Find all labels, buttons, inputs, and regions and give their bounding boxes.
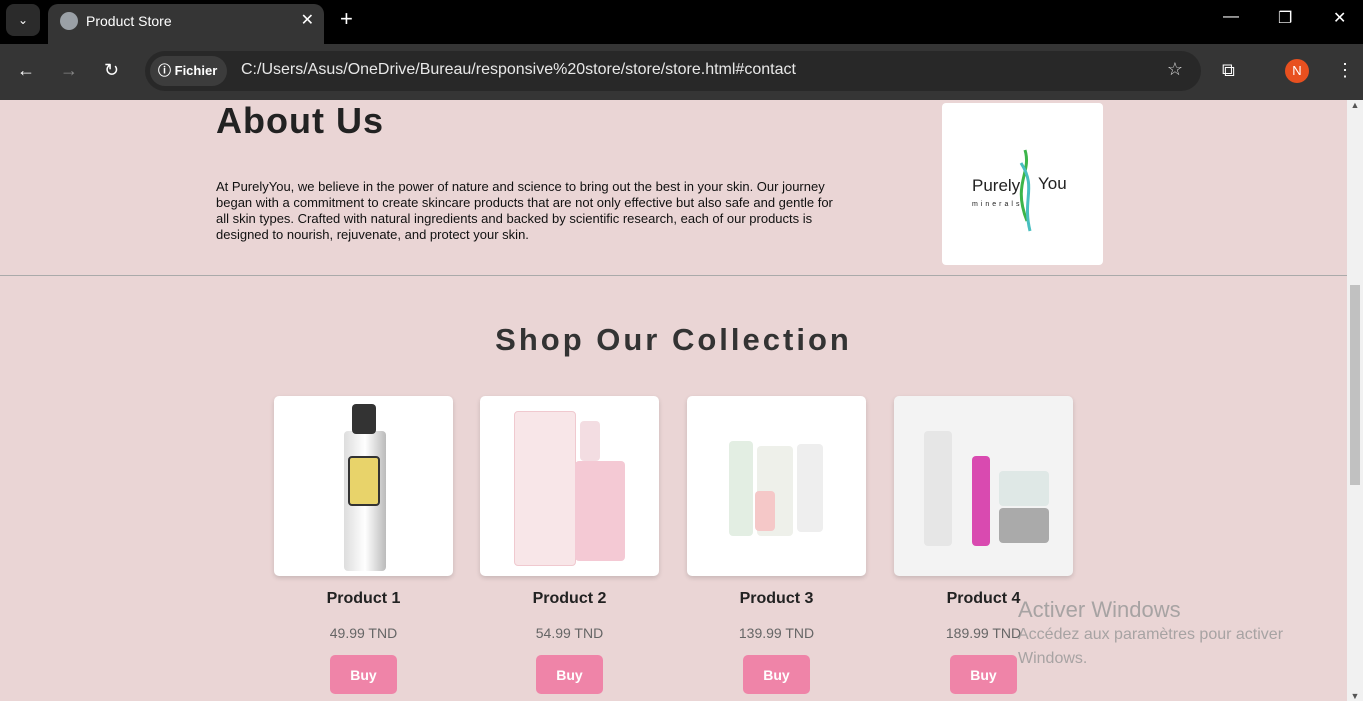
watermark-subtitle: Accédez aux paramètres pour activer Wind… (1018, 626, 1284, 667)
url-text[interactable]: C:/Users/Asus/OneDrive/Bureau/responsive… (241, 61, 796, 79)
buy-button[interactable]: Buy (536, 655, 603, 694)
tab-title: Product Store (86, 13, 172, 29)
reload-button[interactable]: ↻ (104, 60, 119, 81)
product-price: 49.99 TND (329, 625, 398, 641)
tab-strip: ⌄ Product Store ✕ + — ❐ ✕ (0, 0, 1363, 44)
section-divider (0, 275, 1347, 276)
product-name: Product 1 (326, 590, 401, 607)
info-icon: ⓘ (158, 63, 175, 78)
product-card: Product 1 49.99 TND Buy (274, 396, 453, 694)
shop-title: Shop Our Collection (495, 322, 852, 357)
product-name: Product 2 (532, 590, 607, 607)
product-price: 54.99 TND (535, 625, 604, 641)
back-button[interactable]: ← (17, 60, 35, 81)
tab-search-button[interactable]: ⌄ (6, 4, 40, 36)
about-title: About Us (216, 100, 384, 141)
close-window-button[interactable]: ✕ (1333, 8, 1346, 28)
purelyyou-logo: Purely You minerals (942, 103, 1103, 265)
svg-text:Purely: Purely (972, 176, 1021, 195)
menu-icon[interactable]: ⋮ (1336, 60, 1354, 81)
product-card: Product 3 139.99 TND Buy (687, 396, 866, 694)
product-image (894, 396, 1073, 576)
scrollbar-thumb[interactable] (1350, 285, 1360, 485)
product-image (480, 396, 659, 576)
watermark-title: Activer Windows (1018, 597, 1181, 622)
restore-button[interactable]: ❐ (1278, 8, 1292, 28)
globe-icon (60, 12, 78, 30)
product-image (274, 396, 453, 576)
vertical-scrollbar[interactable]: ▲ ▼ (1347, 100, 1363, 701)
close-tab-icon[interactable]: ✕ (301, 10, 314, 30)
bookmark-star-icon[interactable]: ☆ (1167, 59, 1183, 80)
extensions-icon[interactable]: ⧉ (1222, 60, 1235, 81)
browser-toolbar: ← → ↻ ⓘ Fichier C:/Users/Asus/OneDrive/B… (0, 44, 1363, 100)
product-card: Product 2 54.99 TND Buy (480, 396, 659, 694)
forward-button[interactable]: → (60, 60, 78, 81)
scroll-down-icon[interactable]: ▼ (1347, 691, 1363, 701)
profile-avatar[interactable]: N (1285, 59, 1309, 83)
product-name: Product 3 (739, 590, 814, 607)
about-text: At PurelyYou, we believe in the power of… (216, 179, 833, 242)
new-tab-button[interactable]: + (340, 6, 353, 32)
scroll-up-icon[interactable]: ▲ (1347, 100, 1363, 110)
tab-product-store[interactable]: Product Store ✕ (48, 4, 324, 44)
chip-label: Fichier (174, 63, 218, 78)
buy-button[interactable]: Buy (950, 655, 1017, 694)
product-image (687, 396, 866, 576)
svg-text:You: You (1038, 174, 1067, 193)
windows-activation-watermark: Activer Windows Accédez aux paramètres p… (1018, 597, 1318, 671)
svg-text:minerals: minerals (972, 201, 1022, 208)
site-info-chip[interactable]: ⓘ Fichier (150, 56, 228, 86)
buy-button[interactable]: Buy (330, 655, 397, 694)
buy-button[interactable]: Buy (743, 655, 810, 694)
product-price: 139.99 TND (738, 625, 815, 641)
address-bar[interactable]: ⓘ Fichier C:/Users/Asus/OneDrive/Bureau/… (145, 51, 1201, 91)
minimize-button[interactable]: — (1223, 8, 1239, 26)
